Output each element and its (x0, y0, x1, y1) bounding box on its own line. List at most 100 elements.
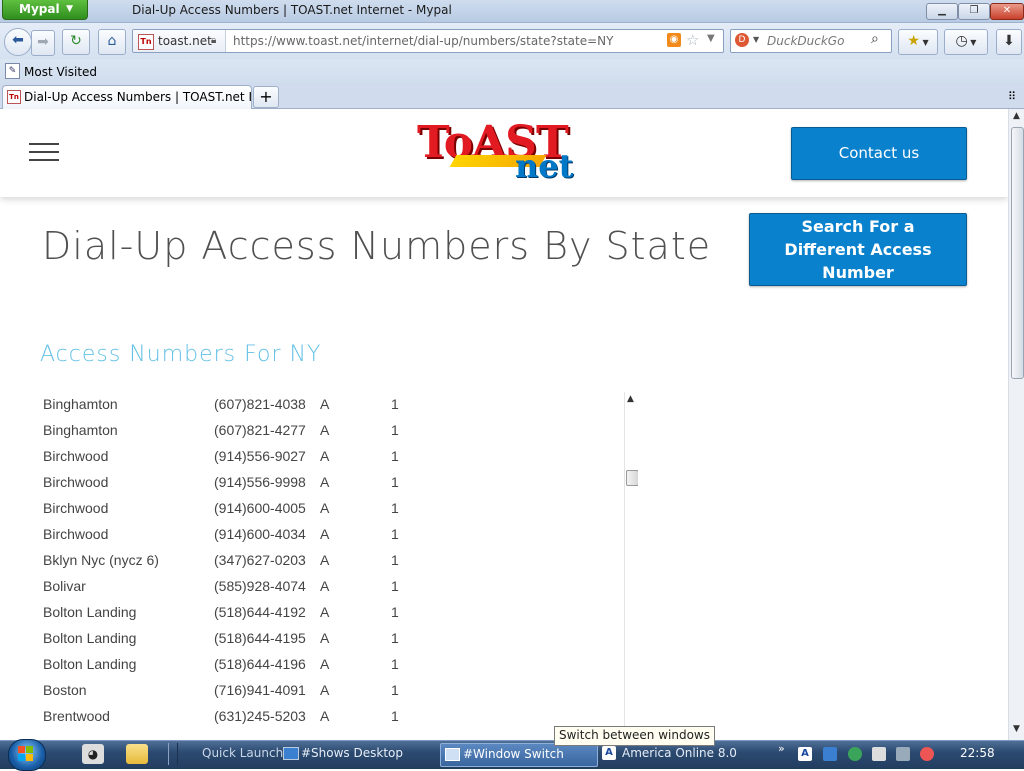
row-num: 1 (391, 656, 399, 672)
aol-tray-icon[interactable]: A (798, 747, 812, 761)
back-button[interactable]: ⬅ (4, 28, 32, 56)
search-input[interactable]: DuckDuckGo (767, 34, 844, 48)
more-tray-icon[interactable]: » (778, 742, 785, 755)
row-num: 1 (391, 604, 399, 620)
page-scrollbar[interactable]: ▲ ▼ (1008, 109, 1024, 740)
search-icon[interactable]: ⌕ (871, 31, 879, 47)
network-tray-icon[interactable] (896, 747, 910, 761)
new-tab-button[interactable]: + (253, 86, 279, 108)
row-num: 1 (391, 630, 399, 646)
row-phone: (716)941-4091 (214, 682, 306, 698)
list-item: Binghamton (607)821-4277 A 1 (34, 418, 618, 444)
section-title: Access Numbers For NY (40, 342, 322, 367)
row-phone: (914)600-4034 (214, 526, 306, 542)
bookmarks-icon: ★ (907, 33, 920, 49)
forward-button[interactable]: ➡ (31, 30, 55, 56)
list-item: Brentwood (631)245-5203 A 1 (34, 704, 618, 730)
row-city: Bolivar (43, 578, 86, 594)
history-button[interactable]: ◷ ▼ (944, 29, 988, 55)
row-type: A (320, 578, 330, 594)
bookmarks-button[interactable]: ★ ▼ (898, 29, 938, 55)
list-item: Bklyn Nyc (nycz 6) (347)627-0203 A 1 (34, 548, 618, 574)
url-text[interactable]: https://www.toast.net/internet/dial-up/n… (233, 34, 613, 48)
row-num: 1 (391, 682, 399, 698)
web-page: ToAST net Contact us Dial-Up Access Numb… (0, 109, 1008, 740)
america-online-task[interactable]: America Online 8.0 (622, 746, 737, 760)
site-identity-button[interactable]: Tn toast.net 🔒︎ (133, 30, 226, 52)
search-different-number-button[interactable]: Search For a Different Access Number (749, 213, 967, 286)
toast-net-logo[interactable]: ToAST net (417, 121, 593, 187)
volume-muted-icon[interactable] (920, 747, 934, 761)
monitor-tray-icon[interactable] (823, 747, 837, 761)
row-type: A (320, 682, 330, 698)
search-bar[interactable]: D ▼ DuckDuckGo ⌕ (730, 29, 892, 53)
rss-feed-icon[interactable]: ◉ (667, 33, 681, 47)
shows-desktop-button[interactable]: #Shows Desktop (301, 746, 403, 760)
row-city: Bolton Landing (43, 630, 137, 646)
scroll-up-icon[interactable]: ▲ (627, 394, 634, 404)
row-type: A (320, 604, 330, 620)
row-num: 1 (391, 448, 399, 464)
contact-us-button[interactable]: Contact us (791, 127, 967, 180)
home-icon: ⌂ (107, 33, 117, 49)
row-type: A (320, 396, 330, 412)
flag-tray-icon[interactable] (872, 747, 886, 761)
window-switcher-button[interactable]: #Window Switch (440, 743, 598, 767)
address-bar[interactable]: Tn toast.net 🔒︎ https://www.toast.net/in… (132, 29, 724, 53)
row-phone: (631)245-5203 (214, 708, 306, 724)
chevron-down-icon: ▼ (66, 4, 73, 14)
window-title: Dial-Up Access Numbers | TOAST.net Inter… (132, 3, 452, 17)
most-visited-bookmark[interactable]: Most Visited (24, 65, 97, 79)
page-scroll-thumb[interactable] (1011, 127, 1024, 379)
row-type: A (320, 474, 330, 490)
duckduckgo-icon[interactable]: D (735, 33, 749, 47)
bookmark-star-icon[interactable]: ☆ (686, 31, 699, 49)
access-numbers-list[interactable]: Binghamton (607)821-4038 A 1 Binghamton (607)… (34, 392, 638, 740)
scroll-down-icon[interactable]: ▼ (1013, 724, 1020, 734)
row-type: A (320, 500, 330, 516)
minimize-button[interactable]: ▁ (926, 3, 958, 20)
restore-button[interactable]: ❐ (958, 3, 990, 20)
engine-dropdown-icon[interactable]: ▼ (753, 35, 759, 44)
row-city: Birchwood (43, 500, 109, 516)
row-city: Bolton Landing (43, 604, 137, 620)
search-different-number-label: Search For a Different Access Number (784, 217, 932, 282)
reload-button[interactable]: ↻ (62, 29, 90, 55)
list-scroll-thumb[interactable] (626, 470, 638, 486)
row-city: Binghamton (43, 422, 118, 438)
row-num: 1 (391, 422, 399, 438)
tab-dial-up-access-numbers[interactable]: Tn Dial-Up Access Numbers | TOAST.net In… (2, 85, 276, 109)
start-button[interactable] (8, 739, 46, 771)
raccoon-app-icon[interactable]: ◕ (82, 744, 104, 764)
url-history-dropdown-icon[interactable]: ▼ (707, 33, 715, 44)
row-num: 1 (391, 474, 399, 490)
folder-icon[interactable] (126, 744, 148, 764)
row-phone: (518)644-4196 (214, 656, 306, 672)
quick-launch-label[interactable]: Quick Launch (202, 746, 283, 760)
tab-favicon-icon: Tn (7, 90, 21, 104)
row-num: 1 (391, 396, 399, 412)
row-phone: (914)556-9027 (214, 448, 306, 464)
taskbar-separator[interactable] (168, 743, 178, 765)
security-tray-icon[interactable] (848, 747, 862, 761)
home-button[interactable]: ⌂ (98, 29, 126, 55)
list-item: Birchwood (914)600-4005 A 1 (34, 496, 618, 522)
window-icon (445, 748, 460, 761)
window-switcher-label: #Window Switch (463, 747, 564, 761)
app-menu-button[interactable]: Mypal ▼ (2, 0, 88, 20)
list-item: Birchwood (914)600-4034 A 1 (34, 522, 618, 548)
downloads-button[interactable]: ⬇ (996, 29, 1022, 55)
scroll-up-icon[interactable]: ▲ (1013, 111, 1020, 121)
tab-groups-icon[interactable]: ⠿ (1008, 90, 1016, 103)
list-scrollbar[interactable]: ▲ (624, 392, 638, 740)
list-item: Birchwood (914)556-9027 A 1 (34, 444, 618, 470)
row-phone: (518)644-4195 (214, 630, 306, 646)
page-title: Dial-Up Access Numbers By State (42, 224, 712, 268)
close-window-button[interactable]: ✕ (990, 3, 1024, 20)
hamburger-menu-icon[interactable] (29, 143, 59, 163)
site-header: ToAST net Contact us (0, 109, 1008, 197)
clock[interactable]: 22:58 (960, 746, 995, 760)
row-city: Bklyn Nyc (nycz 6) (43, 552, 159, 568)
row-num: 1 (391, 526, 399, 542)
row-city: Birchwood (43, 474, 109, 490)
